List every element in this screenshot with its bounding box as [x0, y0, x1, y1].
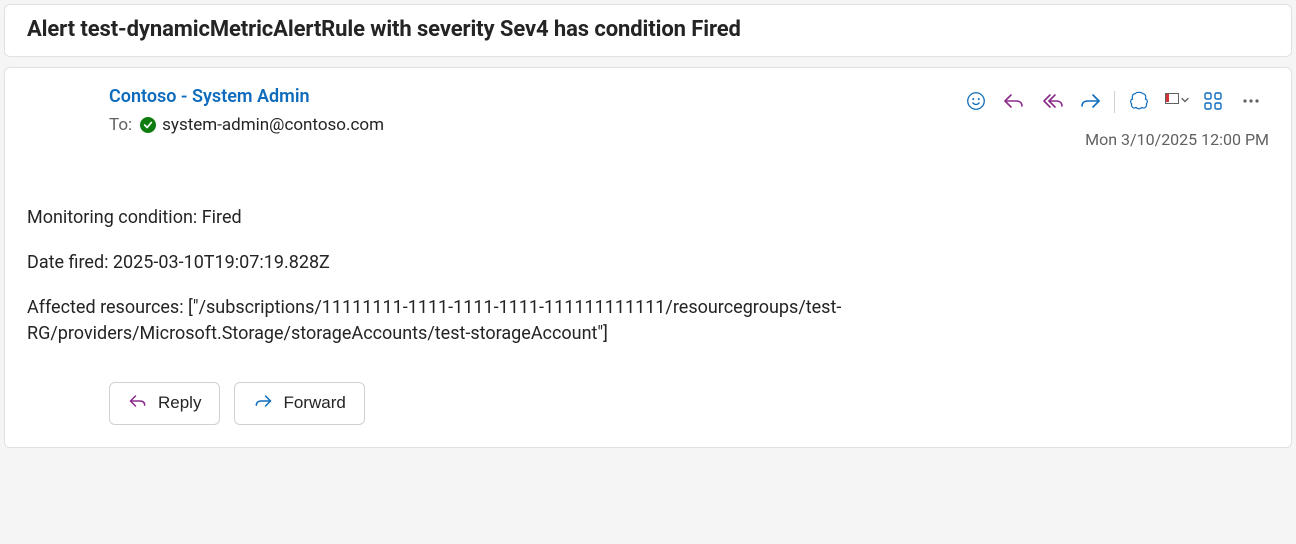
react-button[interactable] — [958, 86, 994, 118]
apps-grid-icon — [1203, 91, 1223, 114]
toolbar — [958, 86, 1269, 118]
header-right: Mon 3/10/2025 12:00 PM — [958, 86, 1269, 149]
body-line: Affected resources: ["/subscriptions/111… — [27, 295, 1127, 345]
footer-actions: Reply Forward — [109, 382, 1269, 425]
to-label: To: — [109, 115, 132, 135]
divider — [1114, 91, 1115, 113]
reply-arrow-icon — [128, 391, 148, 416]
body-line: Monitoring condition: Fired — [27, 205, 1127, 230]
reply-arrow-icon — [1002, 91, 1026, 114]
reply-label: Reply — [158, 393, 201, 413]
flag-dropdown[interactable] — [1159, 89, 1193, 115]
forward-label: Forward — [283, 393, 345, 413]
forward-pill-button[interactable]: Forward — [234, 382, 364, 425]
email-subject: Alert test-dynamicMetricAlertRule with s… — [27, 17, 1269, 42]
email-card: Contoso - System Admin To: system-admin@… — [4, 67, 1292, 448]
forward-arrow-icon — [253, 391, 273, 416]
more-horizontal-icon — [1241, 91, 1261, 114]
flag-icon — [1165, 93, 1177, 111]
forward-arrow-icon — [1078, 91, 1102, 114]
to-line: To: system-admin@contoso.com — [109, 115, 958, 135]
more-actions-button[interactable] — [1233, 86, 1269, 118]
smile-icon — [965, 90, 987, 115]
apps-button[interactable] — [1195, 86, 1231, 118]
email-body: Monitoring condition: Fired Date fired: … — [27, 205, 1127, 346]
copilot-button[interactable] — [1121, 86, 1157, 118]
subject-bar: Alert test-dynamicMetricAlertRule with s… — [4, 4, 1292, 57]
from-name[interactable]: Contoso - System Admin — [109, 86, 310, 107]
reply-button[interactable] — [996, 86, 1032, 118]
presence-available-icon — [140, 117, 156, 133]
chevron-down-icon — [1179, 94, 1191, 110]
copilot-icon — [1128, 90, 1150, 115]
to-email[interactable]: system-admin@contoso.com — [162, 115, 384, 135]
reply-all-arrow-icon — [1039, 91, 1065, 114]
body-line: Date fired: 2025-03-10T19:07:19.828Z — [27, 250, 1127, 275]
email-header: Contoso - System Admin To: system-admin@… — [109, 86, 1269, 149]
forward-button[interactable] — [1072, 86, 1108, 118]
header-left: Contoso - System Admin To: system-admin@… — [109, 86, 958, 135]
reply-all-button[interactable] — [1034, 86, 1070, 118]
reply-pill-button[interactable]: Reply — [109, 382, 220, 425]
timestamp: Mon 3/10/2025 12:00 PM — [1085, 130, 1269, 149]
